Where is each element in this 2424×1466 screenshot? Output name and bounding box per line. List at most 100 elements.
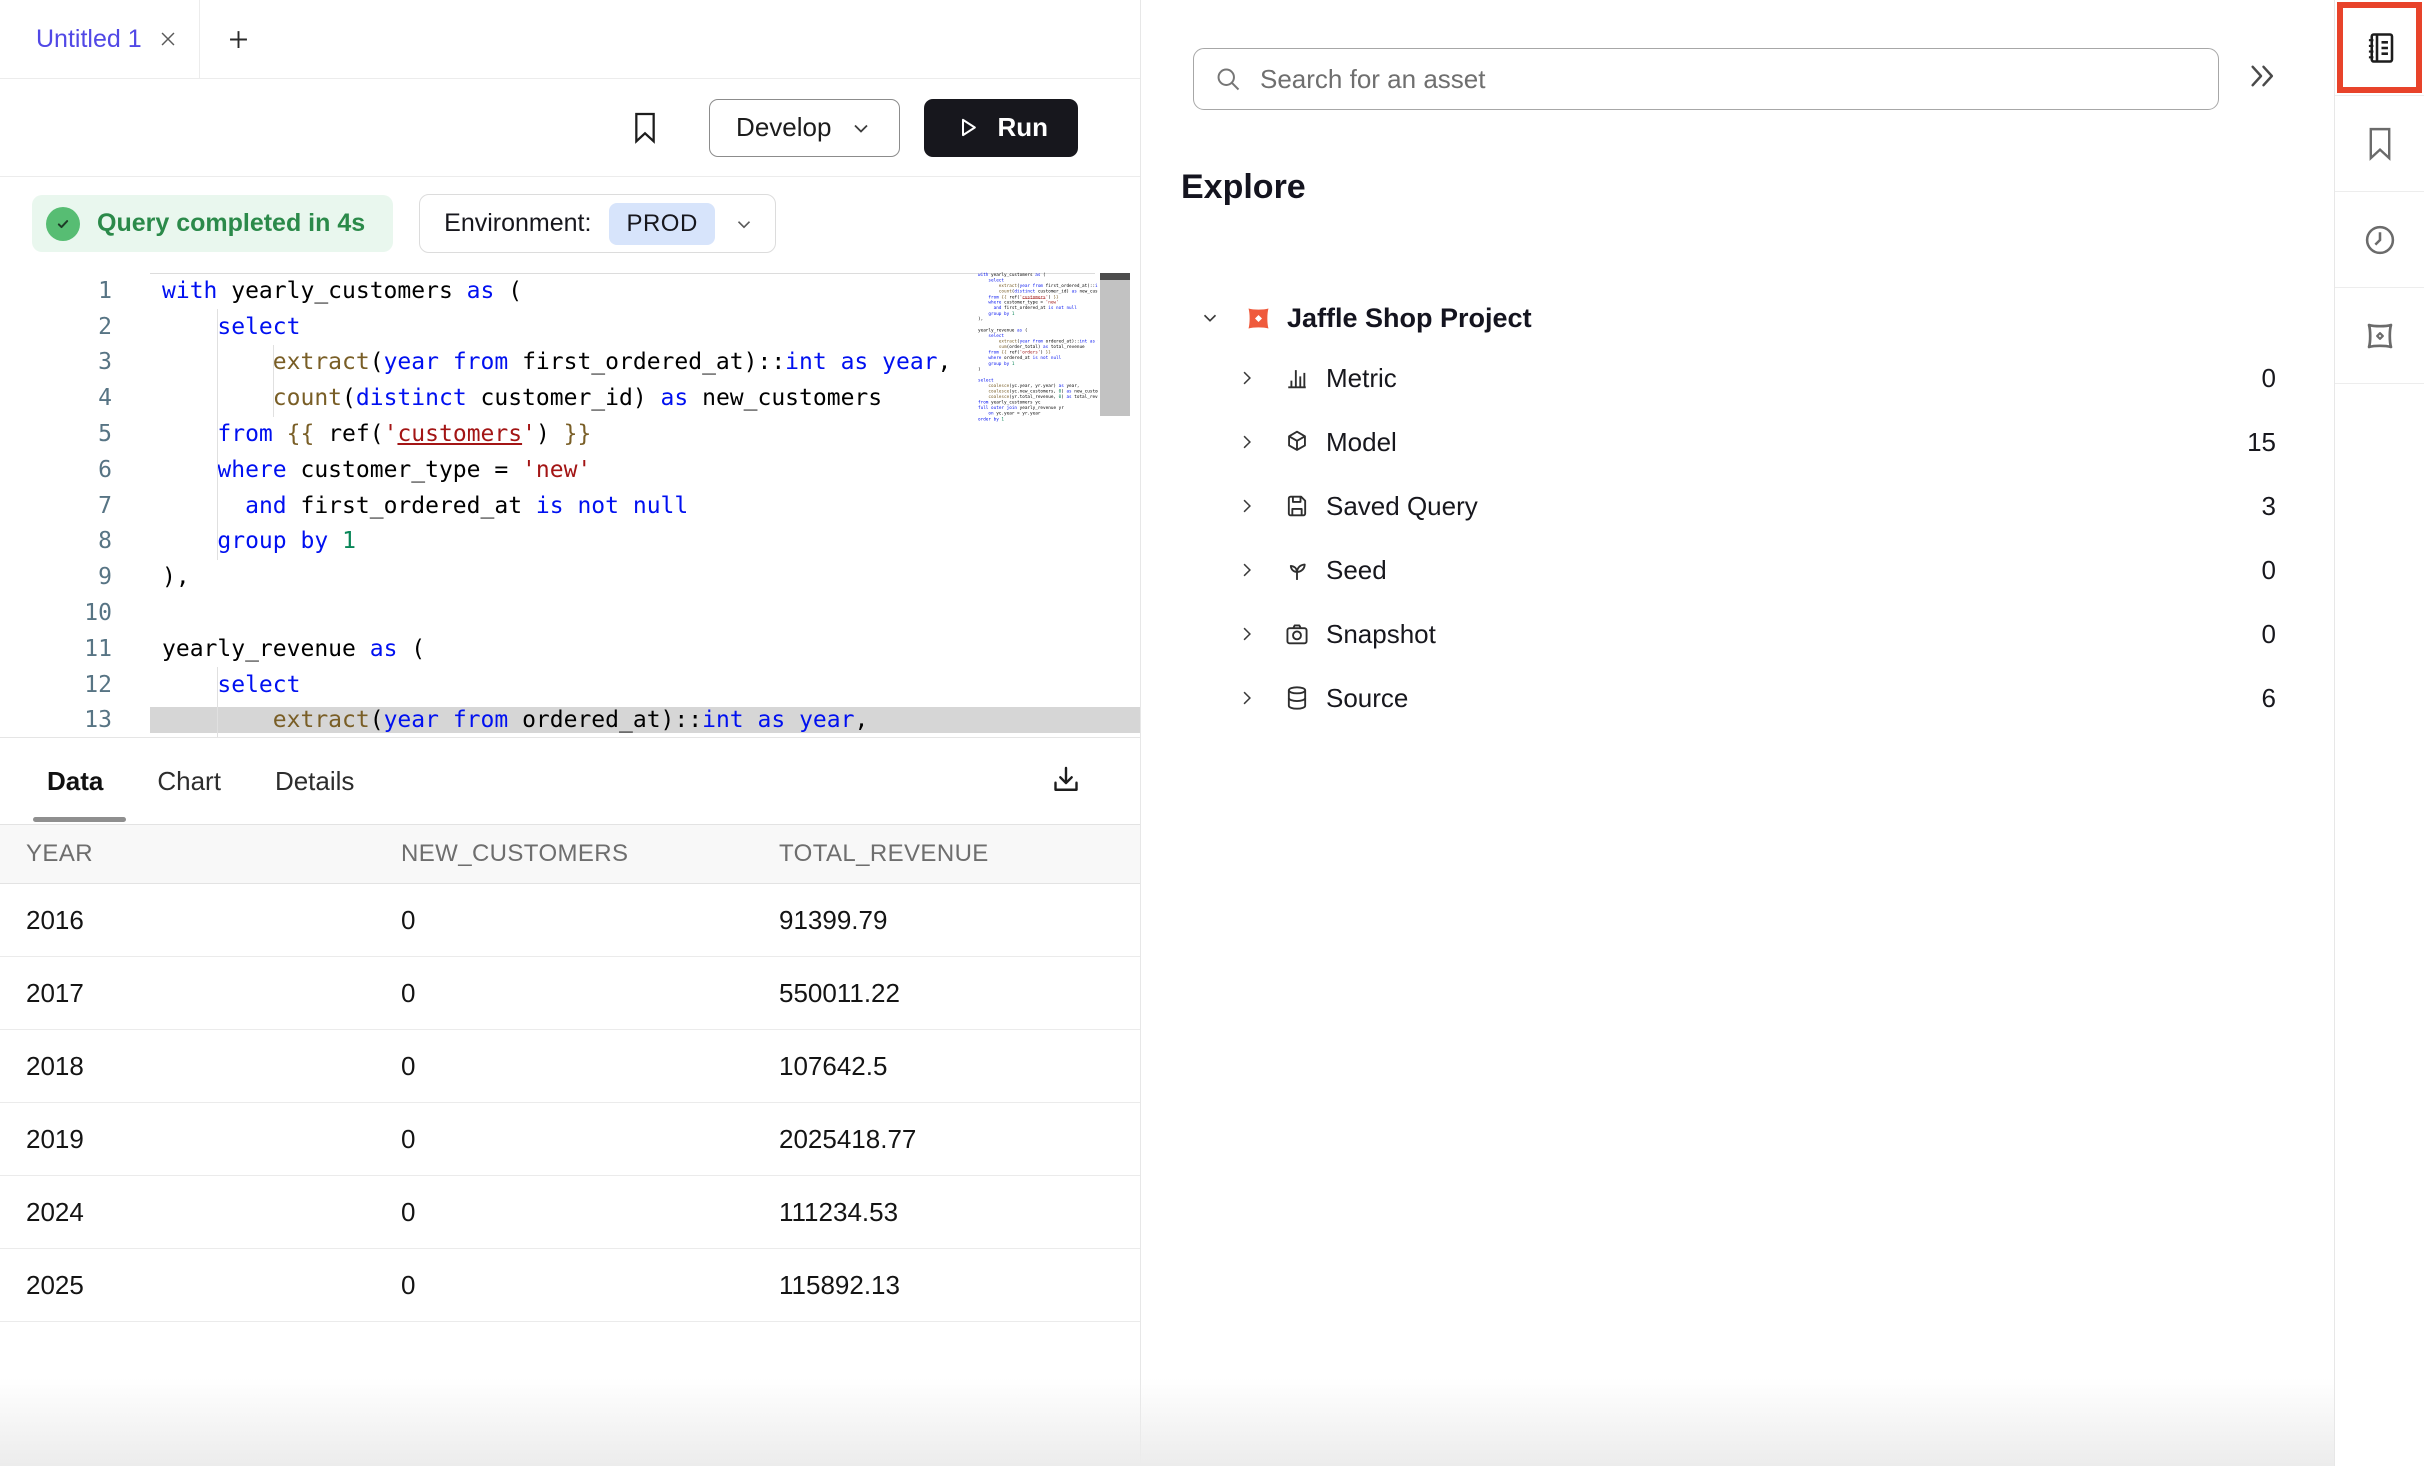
tree-item-label: Source (1326, 683, 1408, 714)
tree-item-model[interactable]: Model 15 (1141, 410, 2334, 474)
tree-item-seed[interactable]: Seed0 (1141, 538, 2334, 602)
indent-guide (217, 309, 218, 560)
tab-chart[interactable]: Chart (157, 766, 221, 797)
table-cell: 0 (375, 1051, 753, 1082)
chevron-right-icon (1237, 624, 1257, 644)
table-cell: 2024 (0, 1197, 375, 1228)
tree-root-project[interactable]: Jaffle Shop Project (1141, 290, 2334, 346)
tree-item-label: Saved Query (1326, 491, 1478, 522)
line-number: 2 (0, 314, 112, 340)
table-cell: 111234.53 (753, 1197, 1140, 1228)
tree-item-snapshot[interactable]: Snapshot0 (1141, 602, 2334, 666)
active-tab-underline (33, 817, 126, 822)
tree-item-source[interactable]: Source 6 (1141, 666, 2334, 730)
right-icon-rail (2334, 0, 2424, 1466)
table-row: 20180107642.5 (0, 1030, 1140, 1103)
table-cell: 2016 (0, 905, 375, 936)
code-area[interactable]: 1with yearly_customers as (2 select3 ext… (0, 268, 1140, 737)
column-header: NEW_CUSTOMERS (375, 840, 753, 868)
code-line[interactable]: 1with yearly_customers as ( (0, 273, 1140, 309)
sql-editor[interactable]: 1with yearly_customers as (2 select3 ext… (0, 268, 1140, 737)
asset-search-box[interactable] (1193, 48, 2219, 110)
dbt-outline-icon (2361, 317, 2399, 355)
rail-history-button[interactable] (2335, 192, 2424, 288)
tree-item-metric[interactable]: Metric0 (1141, 346, 2334, 410)
table-cell: 550011.22 (753, 978, 1140, 1009)
table-cell: 2019 (0, 1124, 375, 1155)
tab-data[interactable]: Data (47, 766, 103, 797)
tab-details[interactable]: Details (275, 766, 354, 797)
table-cell: 107642.5 (753, 1051, 1140, 1082)
environment-selector[interactable]: Environment: PROD (419, 194, 776, 253)
tree-item-count: 15 (2247, 427, 2276, 458)
editor-minimap[interactable]: with yearly_customers as ( select extrac… (978, 272, 1098, 452)
tree-item-label: Seed (1326, 555, 1387, 586)
table-cell: 0 (375, 1124, 753, 1155)
explore-tree: Jaffle Shop Project Metric0 Model 15 Saved … (1141, 290, 2334, 730)
line-number: 8 (0, 528, 112, 554)
line-number: 11 (0, 636, 112, 662)
line-number: 1 (0, 278, 112, 304)
editor-divider (150, 273, 1095, 274)
tree-item-label: Metric (1326, 363, 1397, 394)
rail-bookmarks-button[interactable] (2335, 96, 2424, 192)
chevron-down-icon (1199, 307, 1221, 329)
tab-label: Untitled 1 (36, 25, 142, 54)
seed-icon (1283, 556, 1311, 584)
run-button[interactable]: Run (924, 99, 1078, 157)
code-line[interactable]: 7 and first_ordered_at is not null (0, 488, 1140, 524)
line-number: 13 (0, 707, 112, 733)
editor-scrollbar[interactable] (1100, 268, 1130, 737)
code-line[interactable]: 10 (0, 595, 1140, 631)
table-row: 20240111234.53 (0, 1176, 1140, 1249)
tree-item-saved-query[interactable]: Saved Query 3 (1141, 474, 2334, 538)
status-row: Query completed in 4s Environment: PROD (0, 177, 1140, 270)
code-line[interactable]: 4 count(distinct customer_id) as new_cus… (0, 380, 1140, 416)
tab-untitled-1[interactable]: Untitled 1 (0, 0, 200, 78)
environment-value-pill: PROD (609, 203, 714, 245)
run-label: Run (997, 112, 1048, 143)
tree-item-label: Model (1326, 427, 1397, 458)
history-clock-icon (2362, 222, 2398, 258)
code-line[interactable]: 2 select (0, 309, 1140, 345)
rail-dbt-button[interactable] (2335, 288, 2424, 384)
column-header: TOTAL_REVENUE (753, 840, 1140, 868)
tree-item-count: 6 (2262, 683, 2276, 714)
code-line[interactable]: 13 extract(year from ordered_at)::int as… (0, 703, 1140, 737)
chevron-down-icon (733, 213, 755, 235)
table-cell: 2018 (0, 1051, 375, 1082)
check-circle-icon (46, 207, 80, 241)
catalog-icon (2362, 30, 2398, 66)
chevron-right-icon (1237, 368, 1257, 388)
rail-catalog-button[interactable] (2335, 0, 2424, 96)
bookmark-button[interactable] (629, 109, 661, 147)
query-status-text: Query completed in 4s (97, 209, 365, 238)
new-tab-button[interactable] (200, 0, 276, 78)
download-results-button[interactable] (1048, 762, 1084, 798)
indent-guide (273, 345, 274, 417)
code-line[interactable]: 6 where customer_type = 'new' (0, 452, 1140, 488)
line-number: 4 (0, 385, 112, 411)
search-icon (1214, 65, 1242, 93)
line-number: 10 (0, 600, 112, 626)
code-line[interactable]: 11yearly_revenue as ( (0, 631, 1140, 667)
results-table-header: YEARNEW_CUSTOMERSTOTAL_REVENUE (0, 824, 1140, 884)
code-line[interactable]: 8 group by 1 (0, 524, 1140, 560)
indent-guide (217, 667, 218, 737)
tree-item-count: 3 (2262, 491, 2276, 522)
code-line[interactable]: 12 select (0, 667, 1140, 703)
line-number: 7 (0, 493, 112, 519)
snapshot-icon (1283, 620, 1311, 648)
code-line[interactable]: 3 extract(year from first_ordered_at)::i… (0, 345, 1140, 381)
dbt-logo-icon (1243, 303, 1274, 334)
close-tab-icon[interactable] (157, 28, 179, 50)
chevron-down-icon (849, 116, 873, 140)
plus-icon (225, 26, 252, 53)
collapse-panel-button[interactable] (2241, 56, 2281, 96)
scrollbar-marker (1100, 273, 1130, 280)
scrollbar-thumb[interactable] (1100, 280, 1130, 416)
code-line[interactable]: 5 from {{ ref('customers') }} (0, 416, 1140, 452)
code-line[interactable]: 9), (0, 559, 1140, 595)
develop-dropdown[interactable]: Develop (709, 99, 900, 157)
search-input[interactable] (1258, 63, 2198, 96)
